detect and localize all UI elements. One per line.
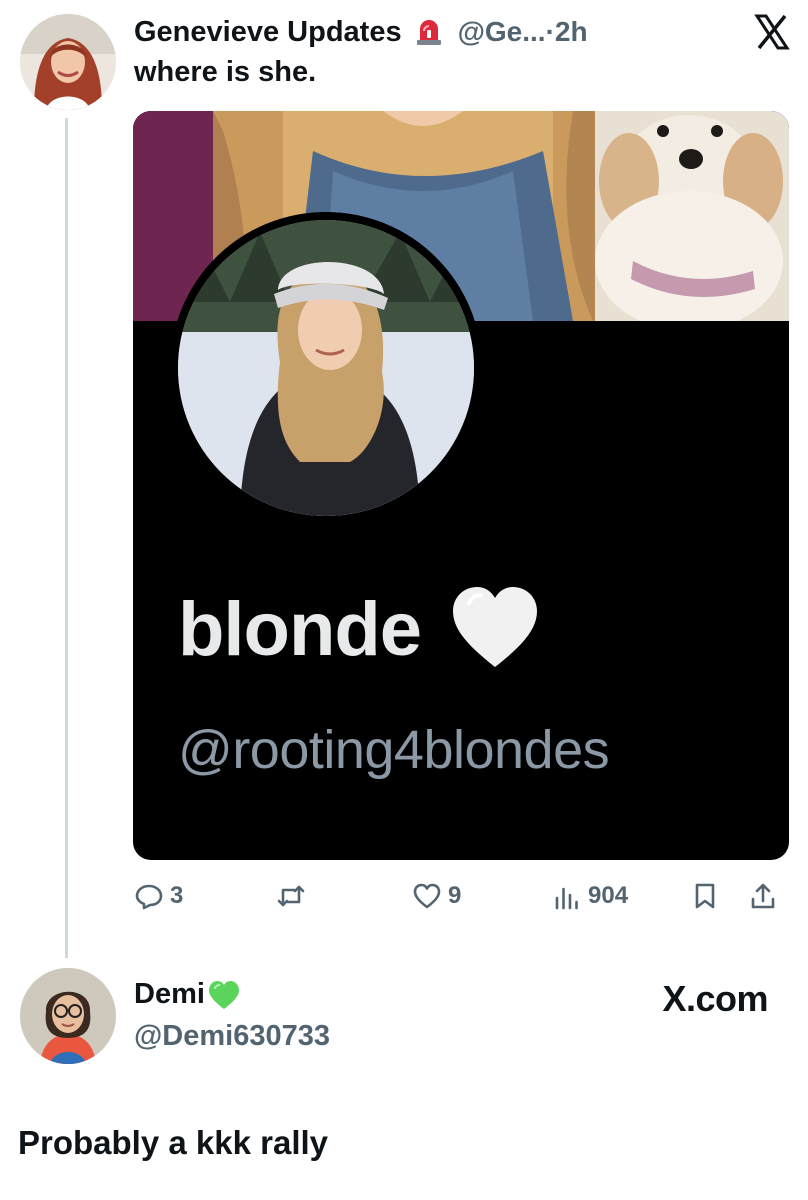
post-text: where is she. — [134, 56, 317, 88]
embed-profile-name: blonde — [178, 581, 543, 677]
post-media[interactable]: blonde @rooting4blondes — [133, 111, 789, 860]
embed-profile-handle: @rooting4blondes — [178, 720, 610, 780]
author-avatar[interactable] — [20, 14, 116, 110]
views-button[interactable]: 904 — [552, 876, 628, 916]
views-count: 904 — [588, 882, 629, 909]
share-button[interactable] — [748, 876, 778, 916]
views-icon — [555, 887, 578, 910]
bookmark-button[interactable] — [690, 876, 720, 916]
repost-icon — [277, 885, 305, 907]
reply-button[interactable]: 3 — [134, 876, 183, 916]
siren-icon — [414, 17, 444, 47]
reply-author-handle[interactable]: @Demi630733 — [134, 1020, 330, 1053]
share-icon — [751, 883, 775, 909]
reply-text: Probably a kkk rally — [18, 1124, 329, 1161]
post-header: Genevieve Updates @Ge...·2h — [134, 12, 778, 52]
white-heart-icon — [447, 581, 543, 677]
x-com-watermark: X.com — [662, 978, 768, 1019]
x-logo-icon — [752, 12, 792, 52]
bookmark-icon — [695, 883, 715, 909]
reply-author-avatar[interactable] — [20, 968, 116, 1064]
like-count: 9 — [448, 882, 462, 909]
like-button[interactable]: 9 — [412, 876, 461, 916]
green-heart-icon — [207, 979, 241, 1011]
embed-profile-picture — [170, 212, 482, 524]
reply-count: 3 — [170, 882, 184, 909]
reply-icon — [135, 884, 163, 910]
heart-icon — [413, 883, 441, 909]
author-name[interactable]: Genevieve Updates — [134, 16, 402, 49]
post-action-bar: 3 9 904 — [134, 876, 784, 916]
thread-line — [65, 118, 68, 958]
repost-button[interactable] — [276, 876, 306, 916]
reply-author-name[interactable]: Demi — [134, 978, 241, 1011]
author-handle-time[interactable]: @Ge...·2h — [458, 16, 588, 48]
